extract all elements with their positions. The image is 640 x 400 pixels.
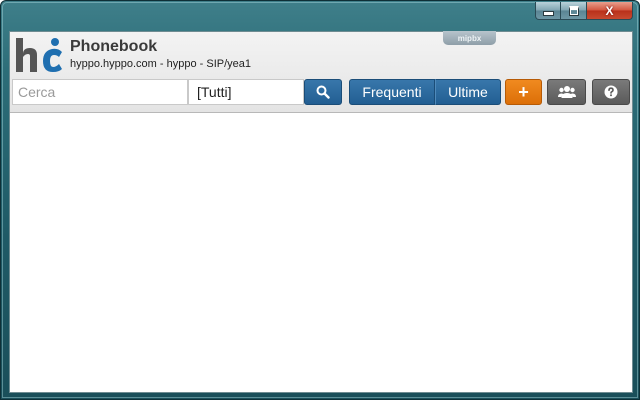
search-icon — [316, 85, 330, 99]
search-button[interactable] — [304, 79, 342, 105]
search-input[interactable] — [12, 79, 188, 105]
maximize-icon — [568, 5, 579, 16]
group-icon — [557, 86, 576, 98]
minimize-icon — [542, 11, 554, 16]
groups-button[interactable] — [547, 79, 586, 105]
add-contact-button[interactable]: + — [505, 79, 542, 105]
app-header: Phonebook hyppo.hyppo.com - hyppo - SIP/… — [10, 31, 632, 113]
filter-select[interactable]: [Tutti] — [188, 79, 304, 105]
hc-logo-icon — [16, 38, 62, 72]
frequent-button[interactable]: Frequenti — [349, 79, 435, 105]
minimize-button[interactable] — [535, 2, 561, 20]
contact-list-area[interactable] — [10, 113, 632, 392]
window-frame: X Phonebook hyppo.hyppo.com - hyppo - SI… — [0, 0, 640, 400]
maximize-button[interactable] — [561, 2, 587, 20]
close-button[interactable]: X — [587, 2, 633, 20]
question-icon — [604, 85, 618, 99]
account-info: hyppo.hyppo.com - hyppo - SIP/yea1 — [70, 58, 251, 70]
recent-button[interactable]: Ultime — [435, 79, 501, 105]
app-title: Phonebook — [70, 38, 158, 55]
window-caption-buttons: X — [535, 2, 633, 22]
close-icon: X — [605, 3, 614, 18]
app-client-area: Phonebook hyppo.hyppo.com - hyppo - SIP/… — [9, 31, 633, 393]
help-button[interactable] — [592, 79, 630, 105]
server-tag: mipbx — [443, 31, 496, 45]
